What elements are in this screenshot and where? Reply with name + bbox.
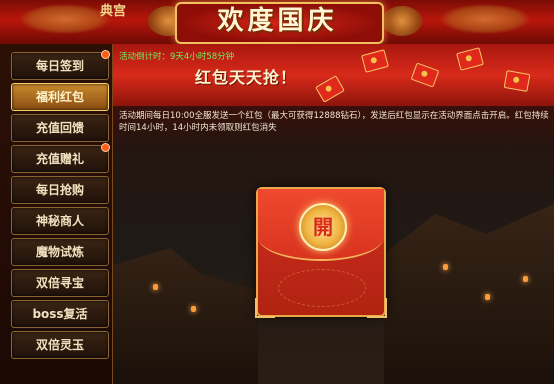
red-envelope-decor-icon	[503, 70, 531, 92]
sidebar-item-recharge-feedback[interactable]: 充值回馈	[11, 114, 109, 142]
sidebar-item-label: 魔物试炼	[35, 245, 84, 259]
corner-ornament	[367, 298, 387, 318]
notification-dot-icon	[101, 143, 110, 152]
main-panel: 活动倒计时：9天4小时58分钟 红包天天抢！ 活动期间每日10:00全服发送一个…	[113, 44, 554, 384]
sidebar-item-daily-flash-sale[interactable]: 每日抢购	[11, 176, 109, 204]
sidebar-item-label: 充值赠礼	[35, 152, 84, 166]
event-window: 典宫 欢度国庆 每日签到 福利红包 充值回馈 充值赠礼 每日抢购 神秘商人 魔物…	[0, 0, 554, 384]
corner-label: 典宫	[100, 4, 127, 19]
sidebar-item-double-jade[interactable]: 双倍灵玉	[11, 331, 109, 359]
red-envelope-decor-icon	[361, 49, 389, 73]
sidebar-item-label: 每日签到	[35, 59, 84, 73]
page-title: 欢度国庆	[217, 6, 338, 36]
town-background-right	[384, 204, 554, 384]
lantern-icon	[485, 294, 490, 300]
red-envelope-decor-icon	[315, 75, 345, 103]
red-packet[interactable]: 開	[255, 187, 387, 318]
red-envelope-decor-icon	[456, 47, 484, 71]
sidebar-item-label: 福利红包	[35, 90, 84, 104]
lantern-icon	[153, 284, 158, 290]
corner-ornament	[255, 298, 275, 318]
countdown-timer: 活动倒计时：9天4小时58分钟	[119, 52, 235, 62]
lantern-icon	[523, 276, 528, 282]
cloud-ornament	[20, 4, 110, 34]
sidebar-item-label: 每日抢购	[35, 183, 84, 197]
red-envelope-decor-icon	[410, 62, 440, 88]
event-banner: 活动倒计时：9天4小时58分钟 红包天天抢！	[113, 44, 554, 106]
sidebar-item-label: boss复活	[32, 307, 88, 321]
sidebar: 每日签到 福利红包 充值回馈 充值赠礼 每日抢购 神秘商人 魔物试炼 双倍寻宝 …	[0, 44, 114, 384]
banner-title: 红包天天抢！	[195, 68, 298, 87]
sidebar-item-monster-trial[interactable]: 魔物试炼	[11, 238, 109, 266]
title-bar: 典宫 欢度国庆	[0, 0, 554, 46]
sidebar-item-welfare-redpacket[interactable]: 福利红包	[11, 83, 109, 111]
sidebar-item-recharge-gift[interactable]: 充值赠礼	[11, 143, 110, 173]
sidebar-item-boss-revive[interactable]: boss复活	[11, 300, 109, 328]
sidebar-item-label: 双倍寻宝	[35, 276, 84, 290]
red-packet-pattern	[278, 269, 366, 307]
sidebar-item-label: 双倍灵玉	[35, 338, 84, 352]
sidebar-item-mystery-merchant[interactable]: 神秘商人	[11, 207, 109, 235]
cloud-ornament	[440, 4, 530, 34]
notification-dot-icon	[101, 50, 110, 59]
town-background-left	[113, 248, 258, 384]
lantern-icon	[443, 264, 448, 270]
sidebar-item-label: 充值回馈	[35, 121, 84, 135]
sidebar-item-label: 神秘商人	[35, 214, 84, 228]
open-red-packet-button[interactable]: 開	[299, 203, 347, 251]
sidebar-item-double-treasure[interactable]: 双倍寻宝	[11, 269, 109, 297]
lantern-icon	[191, 306, 196, 312]
sidebar-item-daily-checkin[interactable]: 每日签到	[11, 50, 110, 80]
dragon-ornament-icon	[382, 6, 422, 36]
event-description: 活动期间每日10:00全服发送一个红包（最大可获得12888钻石），发送后红包显…	[119, 111, 549, 133]
